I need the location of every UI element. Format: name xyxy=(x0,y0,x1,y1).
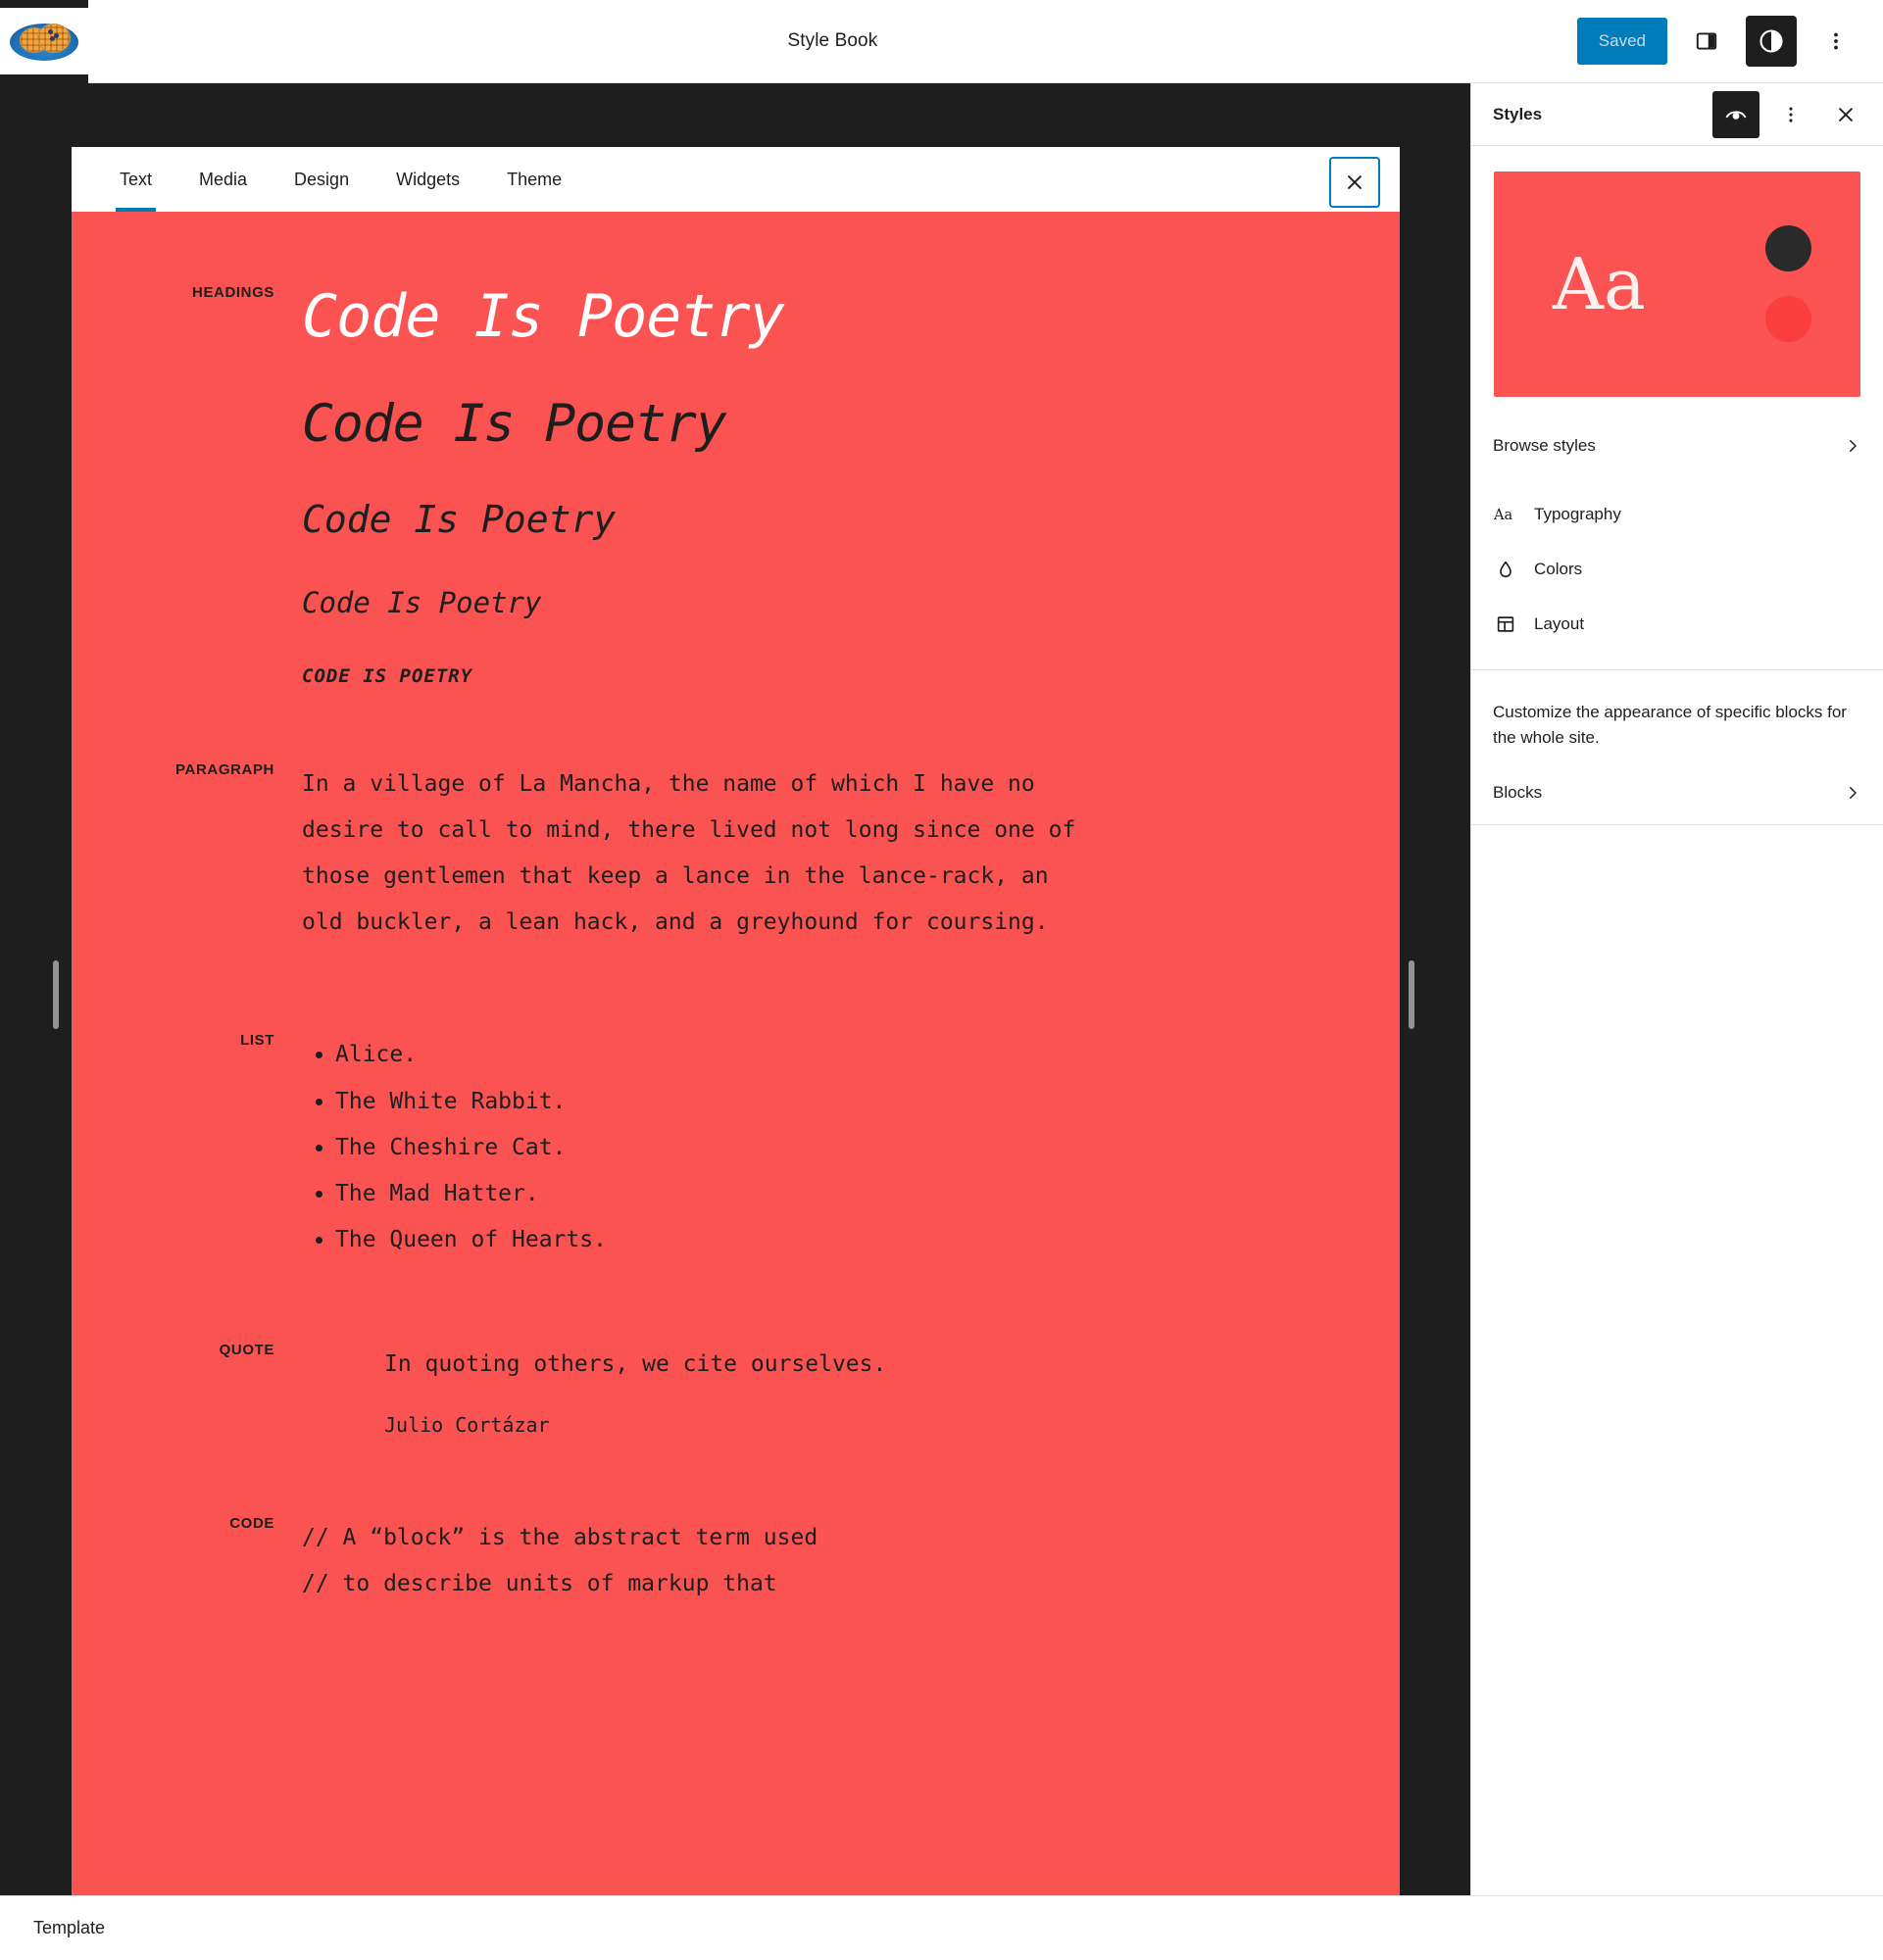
section-label-headings: HEADINGS xyxy=(192,284,274,301)
section-code: CODE // A “block” is the abstract term u… xyxy=(72,1445,1400,1607)
contrast-circle-icon[interactable] xyxy=(1746,16,1797,67)
site-icon-button[interactable] xyxy=(0,0,88,83)
paragraph-text: In a village of La Mancha, the name of w… xyxy=(302,770,1076,936)
style-preview-eye-icon[interactable] xyxy=(1712,90,1759,138)
heading-h6: Code Is Poetry xyxy=(302,664,473,687)
styles-sidebar: Styles Aa Browse styles Aa Typography Co… xyxy=(1470,83,1883,1895)
heading-h3: Code Is Poetry xyxy=(302,498,617,542)
style-preview-card[interactable]: Aa xyxy=(1494,172,1860,397)
list-item: Alice. xyxy=(335,1032,1370,1078)
paragraph-example: In a village of La Mancha, the name of w… xyxy=(302,761,1370,947)
section-label-quote: QUOTE xyxy=(219,1342,274,1359)
section-label-paragraph: PARAGRAPH xyxy=(175,760,274,778)
sidebar-panel-icon[interactable] xyxy=(1681,16,1732,67)
styles-nav-layout-label: Layout xyxy=(1534,614,1585,633)
preview-color-dot-dark xyxy=(1765,225,1811,271)
editor-main: Text Media Design Widgets Theme HEADINGS… xyxy=(0,83,1883,1936)
chevron-right-icon xyxy=(1844,437,1861,455)
preview-color-dot-red xyxy=(1765,296,1811,342)
tab-widgets[interactable]: Widgets xyxy=(372,147,483,212)
site-icon-waffles xyxy=(0,8,88,74)
styles-nav-group: Aa Typography Colors Layout xyxy=(1471,473,1883,669)
list-item: The Mad Hatter. xyxy=(335,1171,1370,1217)
heading-h4: Code Is Poetry xyxy=(302,586,542,620)
kebab-menu-icon[interactable] xyxy=(1810,16,1861,67)
browse-styles-row[interactable]: Browse styles xyxy=(1471,418,1883,473)
list-example: Alice. The White Rabbit. The Cheshire Ca… xyxy=(302,1032,1370,1263)
styles-nav-colors[interactable]: Colors xyxy=(1471,542,1883,597)
list-item: The Cheshire Cat. xyxy=(335,1125,1370,1171)
tab-theme[interactable]: Theme xyxy=(483,147,585,212)
canvas-resize-handle-right[interactable] xyxy=(1409,960,1414,1029)
styles-nav-layout[interactable]: Layout xyxy=(1471,597,1883,652)
section-label-list: LIST xyxy=(240,1032,274,1050)
layout-grid-icon xyxy=(1493,613,1518,635)
editor-footer: Template xyxy=(0,1895,1883,1960)
blocks-label: Blocks xyxy=(1493,782,1543,802)
styles-nav-colors-label: Colors xyxy=(1534,560,1583,578)
styles-panel-title: Styles xyxy=(1493,104,1543,123)
app-root: Style Book Saved Text Media Design Widge… xyxy=(0,0,1883,1960)
blocks-row[interactable]: Blocks xyxy=(1471,761,1883,824)
section-quote: QUOTE In quoting others, we cite ourselv… xyxy=(72,1263,1400,1445)
code-line-1: // A “block” is the abstract term used xyxy=(302,1525,818,1551)
tab-media[interactable]: Media xyxy=(175,147,271,212)
quote-text: In quoting others, we cite ourselves. xyxy=(384,1351,887,1378)
canvas-resize-handle-left[interactable] xyxy=(53,960,59,1029)
sidebar-divider-bottom xyxy=(1471,823,1883,825)
styles-nav-typography-label: Typography xyxy=(1534,505,1621,523)
styles-nav-typography[interactable]: Aa Typography xyxy=(1471,487,1883,542)
color-drop-icon xyxy=(1493,559,1518,580)
stylebook-tabs: Text Media Design Widgets Theme xyxy=(72,147,1400,212)
close-stylebook-button[interactable] xyxy=(1329,157,1380,208)
editor-header: Style Book Saved xyxy=(0,0,1883,83)
stylebook-preview-body: HEADINGS Code Is Poetry Code Is Poetry C… xyxy=(72,212,1400,1936)
preview-aa-text: Aa xyxy=(1553,243,1646,325)
typography-aa-icon: Aa xyxy=(1493,505,1518,524)
close-styles-panel-icon[interactable] xyxy=(1822,91,1869,138)
browse-styles-label: Browse styles xyxy=(1493,436,1596,455)
list-block: Alice. The White Rabbit. The Cheshire Ca… xyxy=(302,1032,1370,1263)
section-headings: HEADINGS Code Is Poetry Code Is Poetry C… xyxy=(72,212,1400,687)
saved-button[interactable]: Saved xyxy=(1576,18,1667,65)
style-book: Text Media Design Widgets Theme HEADINGS… xyxy=(72,147,1400,1936)
styles-more-menu-icon[interactable] xyxy=(1767,91,1814,138)
page-title: Style Book xyxy=(787,30,878,51)
tab-text[interactable]: Text xyxy=(96,147,175,212)
stylebook-canvas: Text Media Design Widgets Theme HEADINGS… xyxy=(0,83,1470,1936)
heading-h2: Code Is Poetry xyxy=(302,394,727,454)
code-line-2: // to describe units of markup that xyxy=(302,1571,777,1597)
footer-template-label[interactable]: Template xyxy=(33,1918,105,1938)
styles-blocks-description: Customize the appearance of specific blo… xyxy=(1493,703,1847,748)
chevron-right-icon xyxy=(1844,784,1861,802)
section-paragraph: PARAGRAPH In a village of La Mancha, the… xyxy=(72,687,1400,947)
list-item: The White Rabbit. xyxy=(335,1079,1370,1125)
section-label-code: CODE xyxy=(229,1515,274,1533)
headings-examples: Code Is Poetry Code Is Poetry Code Is Po… xyxy=(302,284,1370,687)
quote-example: In quoting others, we cite ourselves. Ju… xyxy=(302,1342,1370,1445)
section-list: LIST Alice. The White Rabbit. The Cheshi… xyxy=(72,946,1400,1263)
quote-citation: Julio Cortázar xyxy=(384,1413,550,1438)
code-example: // A “block” is the abstract term used /… xyxy=(302,1515,1370,1607)
tab-design[interactable]: Design xyxy=(271,147,372,212)
header-actions: Saved xyxy=(1576,16,1883,67)
styles-sidebar-header: Styles xyxy=(1471,83,1883,146)
svg-text:Aa: Aa xyxy=(1494,507,1513,523)
list-item: The Queen of Hearts. xyxy=(335,1217,1370,1263)
heading-h1: Code Is Poetry xyxy=(302,282,785,351)
